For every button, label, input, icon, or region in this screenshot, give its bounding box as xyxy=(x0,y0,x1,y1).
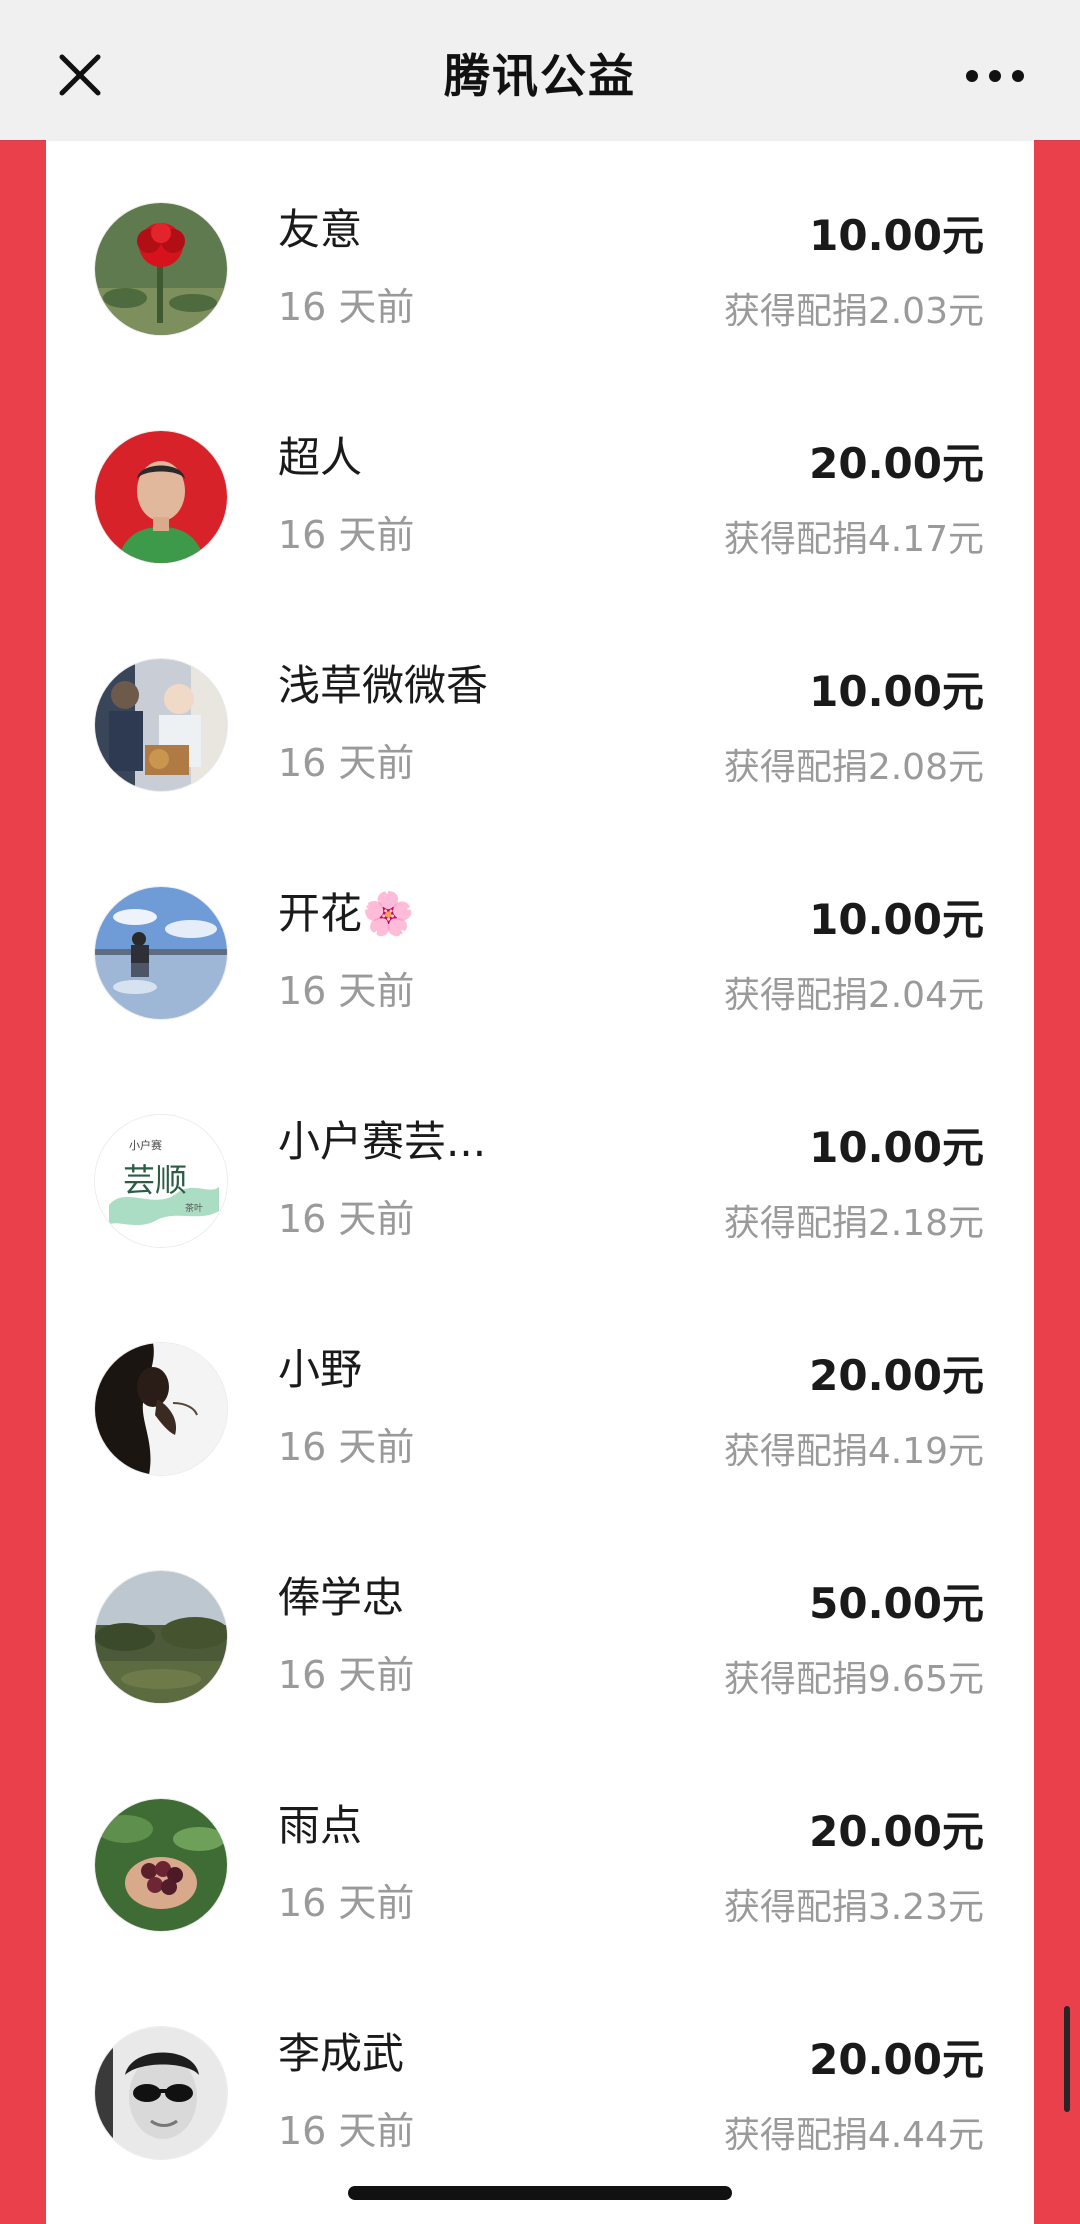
donor-name: 开花🌸 xyxy=(278,889,415,938)
donation-row[interactable]: 超人 16 天前 20.00元 获得配捐4.17元 xyxy=(46,368,1034,596)
group-photo-avatar[interactable] xyxy=(94,658,228,792)
red-flower-avatar[interactable] xyxy=(94,202,228,336)
matched-donation: 获得配捐4.17元 xyxy=(723,519,984,560)
more-icon[interactable] xyxy=(960,54,1030,98)
donor-name: 李成武 xyxy=(278,2029,405,2078)
donation-row[interactable]: 开花🌸 16 天前 10.00元 获得配捐2.04元 xyxy=(46,824,1034,1052)
donation-time: 16 天前 xyxy=(278,2109,415,2153)
donation-amount: 20.00元 xyxy=(809,1351,984,1400)
donation-time: 16 天前 xyxy=(278,285,415,329)
donation-row[interactable]: 雨点 16 天前 20.00元 获得配捐3.23元 xyxy=(46,1736,1034,1964)
vertical-scrollbar[interactable] xyxy=(1064,2006,1070,2112)
matched-donation: 获得配捐9.65元 xyxy=(723,1659,984,1700)
matched-donation: 获得配捐3.23元 xyxy=(723,1887,984,1928)
donation-time: 16 天前 xyxy=(278,1881,415,1925)
donation-row[interactable]: 小野 16 天前 20.00元 获得配捐4.19元 xyxy=(46,1280,1034,1508)
portrait-red-background-avatar[interactable] xyxy=(94,430,228,564)
matched-donation: 获得配捐2.08元 xyxy=(723,747,984,788)
sunglasses-portrait-avatar[interactable] xyxy=(94,2026,228,2160)
home-indicator[interactable] xyxy=(348,2186,732,2200)
donor-name: 超人 xyxy=(278,433,363,482)
donation-amount: 10.00元 xyxy=(809,667,984,716)
donation-amount: 20.00元 xyxy=(809,1807,984,1856)
donor-name: 小户赛芸... xyxy=(278,1117,487,1166)
matched-donation: 获得配捐2.18元 xyxy=(723,1203,984,1244)
donation-time: 16 天前 xyxy=(278,741,415,785)
donation-row[interactable]: 俸学忠 16 天前 50.00元 获得配捐9.65元 xyxy=(46,1508,1034,1736)
donation-time: 16 天前 xyxy=(278,1653,415,1697)
avatar-text-top: 小户赛 xyxy=(129,1138,162,1152)
matched-donation: 获得配捐2.04元 xyxy=(723,975,984,1016)
donation-time: 16 天前 xyxy=(278,1425,415,1469)
donation-row[interactable]: 浅草微微香 16 天前 10.00元 获得配捐2.08元 xyxy=(46,596,1034,824)
donor-name: 俸学忠 xyxy=(278,1573,405,1622)
donation-amount: 10.00元 xyxy=(809,211,984,260)
donation-row[interactable]: 李成武 16 天前 20.00元 获得配捐4.44元 xyxy=(46,1964,1034,2192)
donation-list-card: 友意 16 天前 10.00元 获得配捐2.03元 超人 16 天前 20.00… xyxy=(46,140,1034,2224)
donation-amount: 10.00元 xyxy=(809,1123,984,1172)
donor-name: 雨点 xyxy=(278,1801,363,1850)
donation-time: 16 天前 xyxy=(278,513,415,557)
matched-donation: 获得配捐4.19元 xyxy=(723,1431,984,1472)
top-navigation-bar: 腾讯公益 xyxy=(0,0,1080,140)
coffee-cherries-avatar[interactable] xyxy=(94,1798,228,1932)
donation-amount: 50.00元 xyxy=(809,1579,984,1628)
donation-list: 友意 16 天前 10.00元 获得配捐2.03元 超人 16 天前 20.00… xyxy=(46,140,1034,2192)
avatar-text-main: 芸顺 xyxy=(123,1161,187,1199)
matched-donation: 获得配捐2.03元 xyxy=(723,291,984,332)
donation-time: 16 天前 xyxy=(278,1197,415,1241)
silhouette-avatar[interactable] xyxy=(94,1342,228,1476)
donation-time: 16 天前 xyxy=(278,969,415,1013)
donor-name: 友意 xyxy=(278,205,363,254)
donation-row[interactable]: 友意 16 天前 10.00元 获得配捐2.03元 xyxy=(46,140,1034,368)
donor-name: 小野 xyxy=(278,1345,363,1394)
donation-amount: 20.00元 xyxy=(809,439,984,488)
matched-donation: 获得配捐4.44元 xyxy=(723,2115,984,2156)
landscape-avatar[interactable] xyxy=(94,1570,228,1704)
avatar-text-bottom: 茶叶 xyxy=(185,1202,203,1214)
donation-amount: 20.00元 xyxy=(809,2035,984,2084)
tea-logo-avatar[interactable]: 小户赛 芸顺 茶叶 xyxy=(94,1114,228,1248)
donation-row[interactable]: 小户赛 芸顺 茶叶 小户赛芸... 16 天前 10.00元 获得配捐2.18元 xyxy=(46,1052,1034,1280)
donor-name: 浅草微微香 xyxy=(278,661,489,710)
page-title: 腾讯公益 xyxy=(444,49,636,103)
donation-amount: 10.00元 xyxy=(809,895,984,944)
lake-sky-avatar[interactable] xyxy=(94,886,228,1020)
